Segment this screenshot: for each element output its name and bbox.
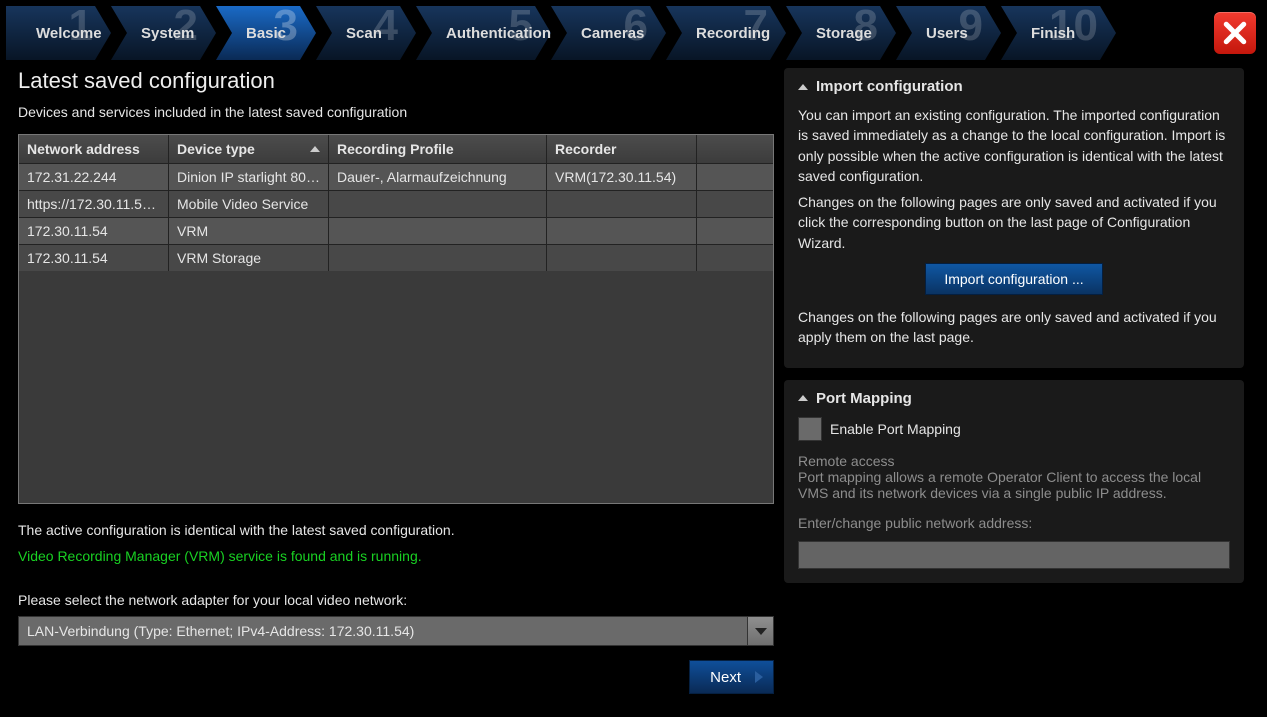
- step-label: Cameras: [581, 25, 644, 42]
- remote-access-label: Remote access: [798, 453, 1230, 469]
- table-row[interactable]: 172.30.11.54VRM Storage: [19, 244, 773, 271]
- adapter-label: Please select the network adapter for yo…: [18, 592, 774, 608]
- cell-pad: [697, 191, 719, 217]
- step-finish[interactable]: 10Finish: [1001, 6, 1116, 60]
- col-extra[interactable]: [697, 135, 719, 163]
- import-panel: Import configuration You can import an e…: [784, 68, 1244, 368]
- import-panel-header[interactable]: Import configuration: [798, 78, 1230, 95]
- step-welcome[interactable]: 1Welcome: [6, 6, 111, 60]
- port-panel-header[interactable]: Port Mapping: [798, 390, 1230, 407]
- public-address-input[interactable]: [798, 541, 1230, 569]
- cell-addr: 172.30.11.54: [19, 218, 169, 244]
- step-label: Storage: [816, 25, 872, 42]
- adapter-dropdown-button[interactable]: [747, 617, 773, 645]
- cell-rec: [547, 245, 697, 271]
- devices-table: Network address Device type Recording Pr…: [18, 134, 774, 504]
- table-row[interactable]: https://172.30.11.54/mvsMobile Video Ser…: [19, 190, 773, 217]
- cell-type: VRM: [169, 218, 329, 244]
- cell-pad: [697, 245, 719, 271]
- cell-profile: [329, 191, 547, 217]
- wizard-stepper: 1Welcome2System3Basic4Scan5Authenticatio…: [6, 6, 1261, 60]
- step-system[interactable]: 2System: [111, 6, 216, 60]
- next-button[interactable]: Next: [689, 660, 774, 694]
- cell-type: Dinion IP starlight 8000 M: [169, 164, 329, 190]
- table-row[interactable]: 172.31.22.244Dinion IP starlight 8000 MD…: [19, 163, 773, 190]
- step-scan[interactable]: 4Scan: [316, 6, 416, 60]
- import-desc-1: You can import an existing configuration…: [798, 105, 1230, 186]
- step-users[interactable]: 9Users: [896, 6, 1001, 60]
- cell-addr: 172.30.11.54: [19, 245, 169, 271]
- step-authentication[interactable]: 5Authentication: [416, 6, 551, 60]
- step-label: Recording: [696, 25, 770, 42]
- table-row[interactable]: 172.30.11.54VRM: [19, 217, 773, 244]
- cell-profile: Dauer-, Alarmaufzeichnung: [329, 164, 547, 190]
- cell-addr: https://172.30.11.54/mvs: [19, 191, 169, 217]
- chevron-down-icon: [755, 628, 767, 635]
- chevron-up-icon: [798, 84, 808, 90]
- enable-port-mapping-checkbox[interactable]: [798, 417, 822, 441]
- cell-rec: VRM(172.30.11.54): [547, 164, 697, 190]
- port-mapping-panel: Port Mapping Enable Port Mapping Remote …: [784, 380, 1244, 583]
- step-label: Finish: [1031, 25, 1075, 42]
- import-desc-2: Changes on the following pages are only …: [798, 192, 1230, 253]
- import-desc-3: Changes on the following pages are only …: [798, 307, 1230, 348]
- cell-rec: [547, 191, 697, 217]
- port-mapping-desc: Port mapping allows a remote Operator Cl…: [798, 469, 1230, 501]
- step-label: Users: [926, 25, 968, 42]
- page-subtitle: Devices and services included in the lat…: [18, 104, 774, 120]
- cell-profile: [329, 218, 547, 244]
- adapter-select[interactable]: LAN-Verbindung (Type: Ethernet; IPv4-Add…: [18, 616, 774, 646]
- status-vrm-running: Video Recording Manager (VRM) service is…: [18, 548, 774, 564]
- step-storage[interactable]: 8Storage: [786, 6, 896, 60]
- cell-profile: [329, 245, 547, 271]
- close-button[interactable]: [1214, 12, 1256, 54]
- col-recorder[interactable]: Recorder: [547, 135, 697, 163]
- table-header-row: Network address Device type Recording Pr…: [19, 135, 773, 163]
- col-recording-profile[interactable]: Recording Profile: [329, 135, 547, 163]
- step-label: System: [141, 25, 194, 42]
- step-label: Basic: [246, 25, 286, 42]
- cell-rec: [547, 218, 697, 244]
- cell-pad: [697, 164, 719, 190]
- step-label: Welcome: [36, 25, 102, 42]
- chevron-up-icon: [798, 395, 808, 401]
- step-basic[interactable]: 3Basic: [216, 6, 316, 60]
- step-label: Authentication: [446, 25, 551, 42]
- import-config-button[interactable]: Import configuration ...: [925, 263, 1102, 295]
- sort-asc-icon: [310, 146, 320, 152]
- step-recording[interactable]: 7Recording: [666, 6, 786, 60]
- step-label: Scan: [346, 25, 382, 42]
- cell-pad: [697, 218, 719, 244]
- page-title: Latest saved configuration: [18, 68, 774, 94]
- status-identical: The active configuration is identical wi…: [18, 522, 774, 538]
- adapter-selected-value: LAN-Verbindung (Type: Ethernet; IPv4-Add…: [19, 623, 747, 639]
- step-cameras[interactable]: 6Cameras: [551, 6, 666, 60]
- cell-type: VRM Storage: [169, 245, 329, 271]
- cell-type: Mobile Video Service: [169, 191, 329, 217]
- col-network-address[interactable]: Network address: [19, 135, 169, 163]
- public-address-label: Enter/change public network address:: [798, 515, 1230, 531]
- cell-addr: 172.31.22.244: [19, 164, 169, 190]
- enable-port-mapping-label: Enable Port Mapping: [830, 421, 961, 437]
- col-device-type[interactable]: Device type: [169, 135, 329, 163]
